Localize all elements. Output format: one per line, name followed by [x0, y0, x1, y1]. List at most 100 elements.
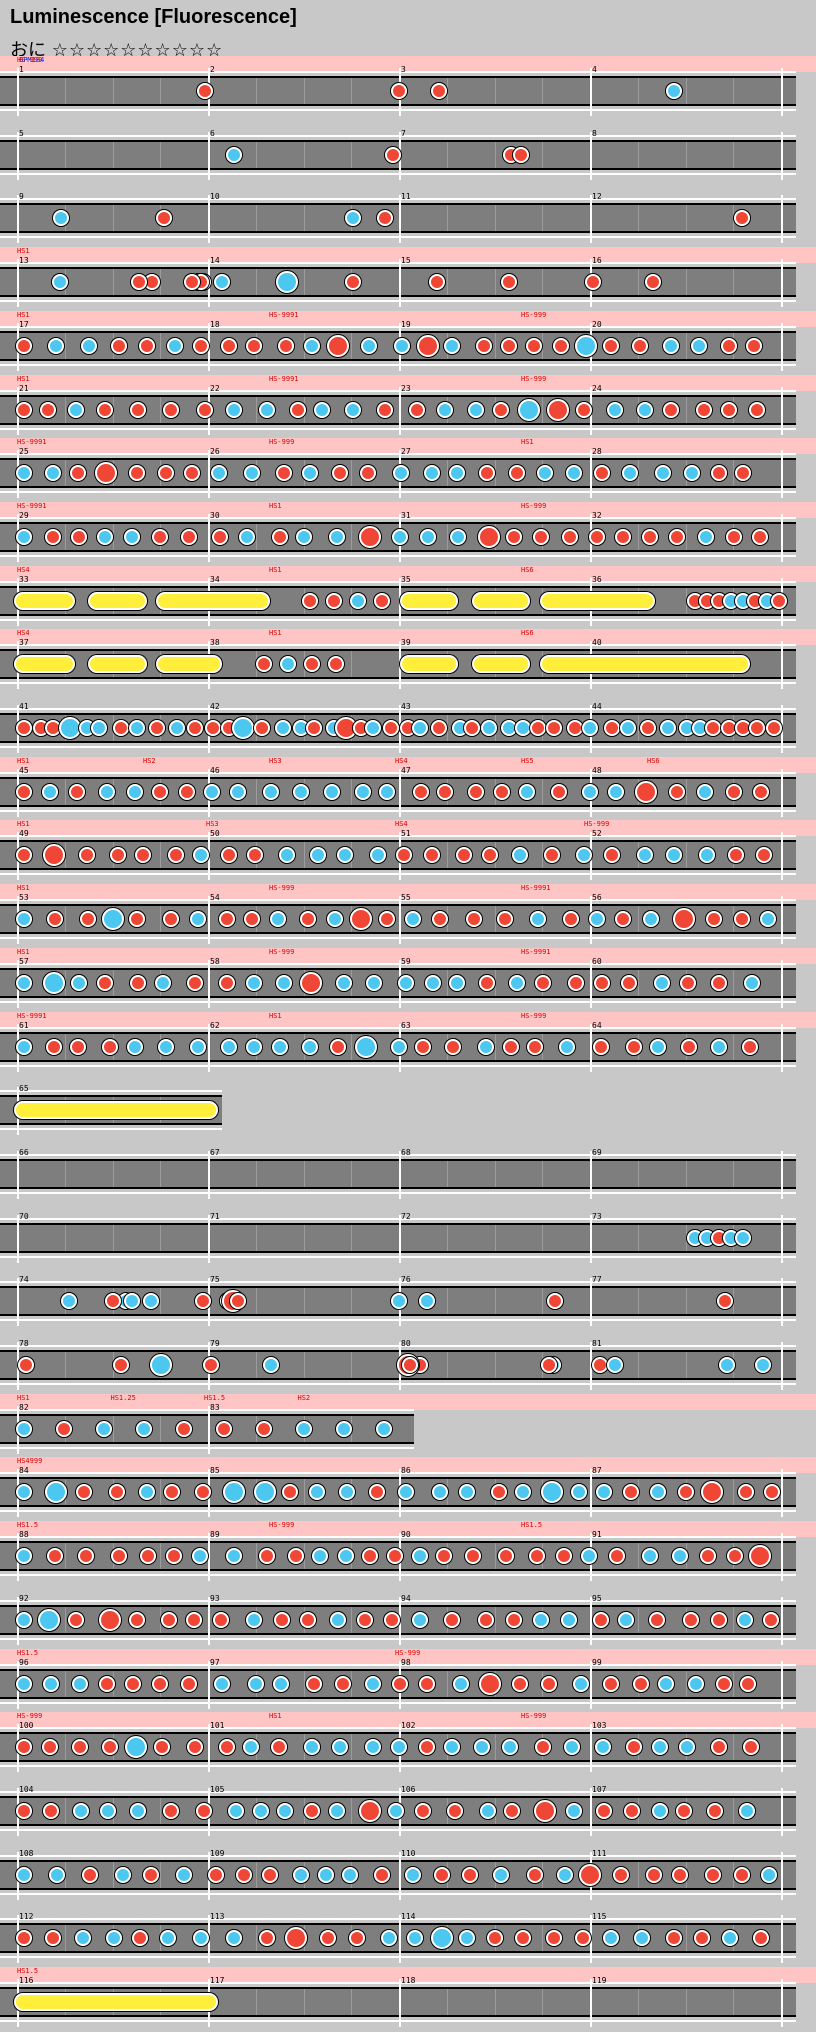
measure-barline — [781, 1979, 783, 2027]
measure-number: 43 — [401, 702, 411, 711]
ka-note — [650, 1484, 667, 1501]
ka-note — [735, 1229, 751, 1246]
measure-barline — [590, 1150, 592, 1199]
don-note — [409, 401, 426, 418]
speed-change-label: HS-999 — [269, 884, 295, 893]
beat-line — [685, 141, 687, 168]
don-note — [76, 1484, 93, 1501]
beat-line — [64, 1606, 66, 1633]
measure-barline — [208, 1533, 210, 1582]
don-note — [56, 1420, 72, 1437]
ka-note — [512, 847, 529, 864]
beat-line — [446, 523, 448, 550]
measure-barline — [208, 450, 210, 499]
beat-line — [351, 1989, 353, 2015]
measure-barline — [208, 131, 210, 180]
measure-number: 87 — [592, 1466, 602, 1476]
don-note — [379, 911, 396, 928]
don-note — [721, 337, 738, 354]
don-note — [595, 1802, 612, 1819]
measure-number: 80 — [401, 1339, 411, 1348]
don-note — [289, 401, 306, 418]
ka-note — [370, 847, 387, 864]
don-note — [733, 210, 750, 227]
ka-note — [176, 1866, 193, 1883]
measure-number: 39 — [401, 638, 411, 648]
speed-change-label: HS-9991 — [269, 310, 299, 319]
ka-note — [683, 465, 700, 482]
don-note — [705, 1866, 722, 1883]
measure-barline — [781, 1469, 783, 1518]
chart-row: 37 38 39 40 HS4 HS1 HS6 — [0, 629, 816, 693]
beat-line — [351, 1160, 353, 1187]
lane-top-line — [0, 453, 796, 456]
ka-note — [651, 1802, 668, 1819]
ka-note — [633, 1930, 650, 1947]
ka-note — [192, 847, 209, 864]
don-note — [164, 1484, 181, 1501]
don-note — [219, 974, 236, 991]
measure-number: 62 — [210, 1020, 220, 1030]
ka-note — [738, 1802, 755, 1819]
beat-line — [494, 1989, 496, 2015]
chart-row: 1 2 3 4 BPM184 HS-999 — [0, 56, 816, 120]
beat-line — [685, 1160, 687, 1187]
lane-bottom-line — [0, 172, 796, 175]
beat-line — [351, 1734, 353, 1761]
measure-number: 9 — [19, 192, 24, 202]
beat-line — [64, 1033, 66, 1060]
don-note — [431, 911, 448, 928]
beat-line — [637, 523, 639, 550]
beat-line — [255, 396, 257, 423]
don-note — [525, 337, 542, 354]
measure-barline — [17, 131, 19, 180]
don-note — [635, 780, 658, 803]
beat-line — [542, 141, 544, 168]
ka-note — [722, 1930, 739, 1947]
chart-row: 96 97 98 99 HS1.5 HS-999 — [0, 1648, 816, 1713]
measure-number: 53 — [19, 893, 29, 903]
chart-row: 92 93 94 95 — [0, 1585, 816, 1649]
ka-note — [44, 1481, 67, 1504]
chart-row: 61 62 63 64 HS-9991 HS1 HS-999 — [0, 1011, 816, 1076]
beat-line — [542, 1925, 544, 1952]
ka-note — [458, 1930, 475, 1947]
beat-line — [64, 1224, 66, 1251]
ka-note — [53, 210, 70, 227]
lane-top-line — [0, 1345, 796, 1347]
lane-top-line — [0, 644, 796, 647]
measure-barline — [208, 1405, 210, 1454]
don-note — [547, 1293, 564, 1310]
ka-note — [690, 337, 707, 354]
don-note — [706, 1802, 723, 1819]
measure-barline — [399, 386, 401, 435]
don-note — [212, 1611, 229, 1628]
measure-barline — [590, 1724, 592, 1773]
lane-top-line — [0, 1599, 796, 1602]
ka-note — [501, 1739, 518, 1756]
don-note — [16, 1802, 32, 1819]
beat-line — [112, 1160, 114, 1187]
ka-note — [98, 783, 115, 800]
chart-row: 116 117 118 119 HS1.5 — [0, 1967, 816, 2031]
don-note — [589, 528, 606, 545]
don-note — [543, 847, 560, 864]
ka-note — [273, 1675, 290, 1692]
don-note — [530, 720, 547, 736]
ka-note — [449, 528, 466, 545]
beat-line — [351, 651, 353, 678]
measure-barline — [781, 959, 783, 1008]
don-note — [299, 911, 316, 928]
ka-note — [278, 847, 295, 864]
speed-change-label: HS-999 — [395, 1648, 421, 1657]
ka-note — [743, 974, 760, 991]
ka-note — [335, 974, 352, 991]
measure-number: 38 — [210, 638, 220, 648]
beat-line — [160, 78, 162, 104]
measure-number: 84 — [19, 1466, 29, 1476]
ka-note — [160, 1930, 177, 1947]
don-note — [220, 337, 237, 354]
measure-barline — [399, 1979, 401, 2027]
measure-number: 83 — [210, 1402, 220, 1412]
speed-change-label: HS1.5 — [17, 1967, 39, 1975]
